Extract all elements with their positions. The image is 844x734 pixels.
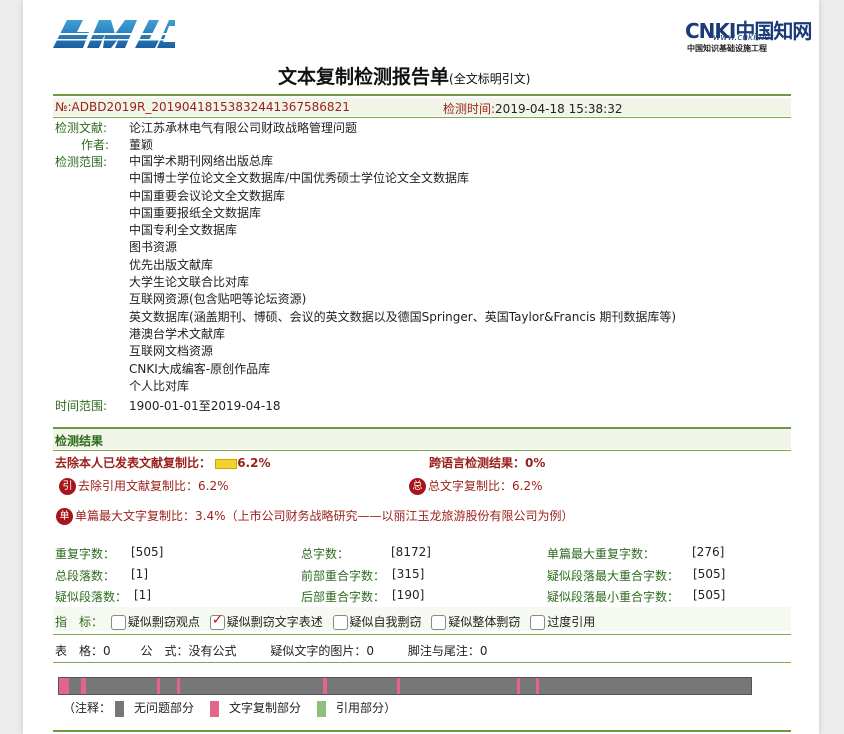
- scope-item: 优先出版文献库: [129, 257, 214, 272]
- cnki-url: www.cnki.net: [713, 33, 774, 43]
- divider: [53, 450, 791, 451]
- similarity-distribution-bar: [58, 677, 752, 695]
- copy-segment: [397, 678, 400, 694]
- checkbox-icon: [530, 615, 546, 630]
- sus-paras-label: 疑似段落数：: [55, 590, 128, 604]
- back-overlap-label: 后部重合字数：: [301, 590, 386, 604]
- total-paras-value: [1]: [131, 567, 148, 581]
- scope-item: 互联网资源(包含贴吧等论坛资源): [129, 292, 307, 307]
- report-page: CNKI中国知网 www.cnki.net 中国知识基础设施工程 文本复制检测报…: [23, 0, 819, 734]
- scope-item: 中国重要报纸全文数据库: [129, 205, 262, 220]
- scope-item: 中国专利全文数据库: [129, 223, 238, 238]
- total-ratio: 总总文字复制比：6.2%: [409, 477, 543, 495]
- scope-item: 大学生论文联合比对库: [129, 275, 250, 290]
- cross-language-result: 跨语言检测结果：0%: [429, 456, 546, 470]
- indicator-plagiarized-idea: 疑似剽窃观点: [110, 615, 200, 630]
- divider: [53, 634, 791, 635]
- scope-list: 中国学术期刊网络出版总库 中国博士学位论文全文数据库/中国优秀硕士学位论文全文数…: [129, 153, 676, 395]
- ratio-bar-icon: [215, 458, 238, 469]
- time-range: 1900-01-01至2019-04-18: [129, 399, 281, 413]
- copy-segment: [177, 678, 180, 694]
- cnki-subtitle: 中国知识基础设施工程: [687, 44, 767, 53]
- misc-row: 表 格：0 公 式：没有公式 疑似文字的图片：0 脚注与尾注：0: [55, 644, 488, 658]
- scope-item: 个人比对库: [129, 378, 190, 393]
- total-badge-icon: 总: [409, 478, 426, 495]
- min-para-overlap-value: [505]: [693, 588, 726, 602]
- doc-label: 检测文献:: [55, 121, 108, 135]
- checkbox-icon: [431, 615, 447, 630]
- divider: [53, 662, 791, 663]
- author-label: 作者:: [81, 138, 110, 152]
- report-number: №:ADBD2019R_2019041815383244136758682​1: [55, 100, 350, 114]
- dup-chars-value: [505]: [131, 545, 164, 559]
- single-badge-icon: 单: [56, 508, 73, 525]
- back-overlap-value: [190]: [392, 588, 425, 602]
- results-band: [53, 429, 791, 449]
- checkbox-icon: [110, 615, 126, 630]
- remove-quote-ratio: 引去除引用文献复制比：6.2%: [59, 477, 229, 495]
- single-max-dup-label: 单篇最大重复字数：: [547, 547, 656, 561]
- scope-item: 图书资源: [129, 240, 178, 255]
- max-para-overlap-label: 疑似段落最大重合字数：: [547, 569, 680, 583]
- scope-label: 检测范围:: [55, 155, 108, 169]
- quote-badge-icon: 引: [59, 478, 76, 495]
- legend-copy-swatch-icon: [210, 700, 220, 717]
- front-overlap-label: 前部重合字数：: [301, 569, 386, 583]
- check-time: 检测时间:2019-04-18 15:38:32: [443, 102, 623, 116]
- total-chars-value: [8172]: [391, 545, 431, 559]
- doc-title: 论江苏承林电气有限公司财政战略管理问题: [129, 121, 358, 135]
- scope-item: 互联网文档资源: [129, 344, 214, 359]
- front-overlap-value: [315]: [392, 567, 425, 581]
- copy-segment: [157, 678, 160, 694]
- copy-segment: [323, 678, 327, 694]
- copy-segment: [59, 678, 69, 694]
- indicator-self-plagiarism: 疑似自我剽窃: [332, 615, 422, 630]
- copy-segment: [536, 678, 539, 694]
- divider: [53, 730, 791, 732]
- indicator-excess-quote: 过度引用: [530, 615, 595, 630]
- single-max-dup-value: [276]: [692, 545, 725, 559]
- checked-checkbox-icon: [209, 612, 225, 630]
- scope-item: 港澳台学术文献库: [129, 326, 226, 341]
- indicator-row: 指 标： 疑似剽窃观点 疑似剽窃文字表述 疑似自我剽窃 疑似整体剽窃 过度引用: [55, 612, 595, 630]
- indicator-whole-plagiarism: 疑似整体剽窃: [431, 615, 520, 630]
- legend-ok-swatch-icon: [115, 700, 125, 717]
- sus-paras-value: [1]: [134, 588, 151, 602]
- indicator-plagiarized-text: 疑似剽窃文字表述: [209, 612, 323, 630]
- total-chars-label: 总字数：: [301, 547, 350, 561]
- divider: [53, 94, 791, 96]
- min-para-overlap-label: 疑似段落最小重合字数：: [547, 590, 680, 604]
- remove-self-ratio: 去除本人已发表文献复制比： 6.2%: [55, 456, 271, 470]
- dup-chars-label: 重复字数：: [55, 547, 116, 561]
- total-paras-label: 总段落数：: [55, 569, 116, 583]
- results-title: 检测结果: [55, 434, 104, 448]
- amlc-logo-icon: [53, 20, 175, 48]
- legend-quote-swatch-icon: [317, 700, 327, 717]
- scope-item: 英文数据库(涵盖期刊、博硕、会议的英文数据以及德国Springer、英国Tayl…: [129, 309, 677, 324]
- page-title: 文本复制检测报告单(全文标明引文): [278, 66, 531, 88]
- copy-segment: [81, 678, 86, 694]
- time-range-label: 时间范围:: [55, 399, 108, 413]
- single-max-ratio: 单单篇最大文字复制比：3.4%（上市公司财务战略研究——以丽江玉龙旅游股份有限公…: [56, 507, 574, 525]
- divider: [53, 117, 791, 118]
- scope-item: 中国博士学位论文全文数据库/中国优秀硕士学位论文全文数据库: [129, 171, 470, 186]
- scope-item: CNKI大成编客-原创作品库: [129, 361, 271, 376]
- scope-item: 中国学术期刊网络出版总库: [129, 154, 274, 168]
- max-para-overlap-value: [505]: [693, 567, 726, 581]
- legend: （注释： 无问题部分 文字复制部分 引用部分）: [63, 700, 397, 717]
- checkbox-icon: [332, 615, 348, 630]
- author-name: 董颖: [129, 138, 154, 152]
- scope-item: 中国重要会议论文全文数据库: [129, 188, 286, 203]
- copy-segment: [517, 678, 520, 694]
